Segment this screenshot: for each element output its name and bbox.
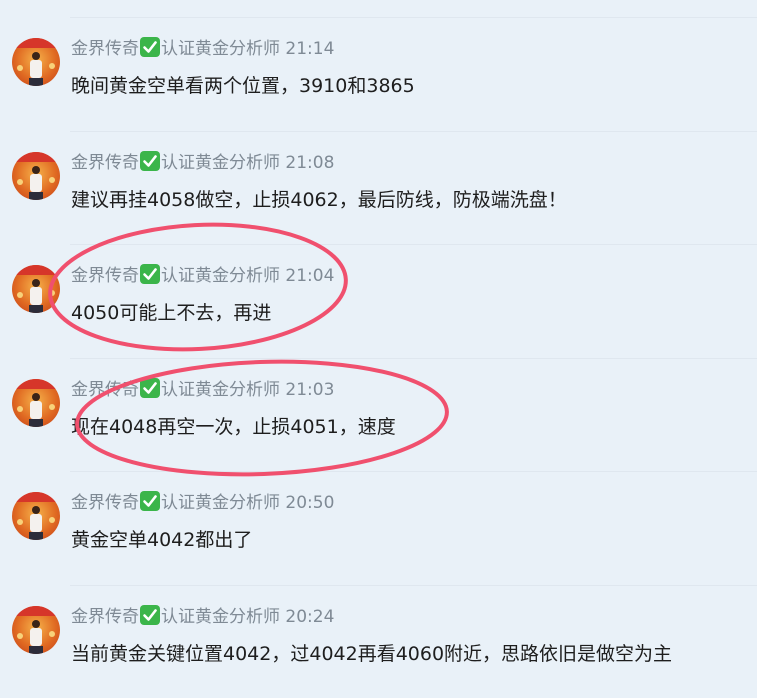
check-mark-badge-icon [140, 491, 160, 511]
message-divider [70, 17, 757, 18]
message-divider [70, 471, 757, 472]
avatar[interactable] [12, 152, 60, 200]
message-item: 金界传奇 认证黄金分析师 21:04 4050可能上不去，再进 [0, 244, 757, 357]
author-title: 认证黄金分析师 [161, 493, 280, 513]
message-item: 金界传奇 认证黄金分析师 21:03 现在4048再空一次，止损4051，速度 [0, 358, 757, 471]
message-divider [70, 131, 757, 132]
message-header: 金界传奇 认证黄金分析师 20:50 [71, 491, 334, 513]
author-name[interactable]: 金界传奇 [71, 39, 139, 59]
message-text: 晚间黄金空单看两个位置，3910和3865 [71, 75, 415, 97]
check-mark-badge-icon [140, 264, 160, 284]
message-text: 4050可能上不去，再进 [71, 302, 272, 324]
message-time: 20:24 [285, 607, 335, 627]
message-text: 现在4048再空一次，止损4051，速度 [71, 416, 396, 438]
message-divider [70, 585, 757, 586]
message-header: 金界传奇 认证黄金分析师 21:08 [71, 151, 334, 173]
message-divider [70, 244, 757, 245]
author-title: 认证黄金分析师 [161, 380, 280, 400]
check-mark-badge-icon [140, 378, 160, 398]
author-name[interactable]: 金界传奇 [71, 607, 139, 627]
message-item: 金界传奇 认证黄金分析师 20:50 黄金空单4042都出了 [0, 471, 757, 584]
author-name[interactable]: 金界传奇 [71, 493, 139, 513]
author-title: 认证黄金分析师 [161, 39, 280, 59]
message-text: 当前黄金关键位置4042，过4042再看4060附近，思路依旧是做空为主 [71, 643, 673, 665]
message-text: 黄金空单4042都出了 [71, 529, 253, 551]
message-time: 21:14 [285, 39, 335, 59]
message-time: 21:03 [285, 380, 335, 400]
avatar[interactable] [12, 379, 60, 427]
check-mark-badge-icon [140, 37, 160, 57]
message-time: 21:08 [285, 153, 335, 173]
message-feed: 金界传奇 认证黄金分析师 21:14 晚间黄金空单看两个位置，3910和3865 … [0, 0, 757, 694]
message-header: 金界传奇 认证黄金分析师 21:14 [71, 37, 334, 59]
message-time: 21:04 [285, 266, 335, 286]
message-header: 金界传奇 认证黄金分析师 21:04 [71, 264, 334, 286]
message-text: 建议再挂4058做空，止损4062，最后防线，防极端洗盘！ [71, 189, 567, 211]
message-time: 20:50 [285, 493, 335, 513]
message-header: 金界传奇 认证黄金分析师 21:03 [71, 378, 334, 400]
author-name[interactable]: 金界传奇 [71, 153, 139, 173]
avatar[interactable] [12, 265, 60, 313]
author-title: 认证黄金分析师 [161, 607, 280, 627]
message-item: 金界传奇 认证黄金分析师 20:24 当前黄金关键位置4042，过4042再看40… [0, 585, 757, 698]
check-mark-badge-icon [140, 151, 160, 171]
author-title: 认证黄金分析师 [161, 153, 280, 173]
avatar[interactable] [12, 38, 60, 86]
check-mark-badge-icon [140, 605, 160, 625]
author-title: 认证黄金分析师 [161, 266, 280, 286]
message-item: 金界传奇 认证黄金分析师 21:08 建议再挂4058做空，止损4062，最后防线… [0, 131, 757, 244]
message-item: 金界传奇 认证黄金分析师 21:14 晚间黄金空单看两个位置，3910和3865 [0, 17, 757, 130]
avatar[interactable] [12, 606, 60, 654]
author-name[interactable]: 金界传奇 [71, 266, 139, 286]
avatar[interactable] [12, 492, 60, 540]
message-header: 金界传奇 认证黄金分析师 20:24 [71, 605, 334, 627]
author-name[interactable]: 金界传奇 [71, 380, 139, 400]
message-divider [70, 358, 757, 359]
